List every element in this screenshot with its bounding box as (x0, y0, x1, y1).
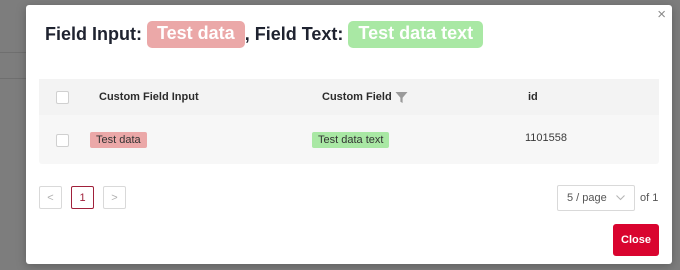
column-header-id[interactable]: id (528, 91, 538, 103)
column-header-custom-field[interactable]: Custom Field (322, 91, 392, 103)
page-size-value: 5 / page (567, 192, 607, 204)
title-text-badge: Test data text (348, 20, 484, 48)
close-button[interactable]: Close (613, 224, 659, 256)
title-separator: , (244, 23, 255, 44)
chevron-right-icon: > (111, 191, 118, 204)
cell-custom-field-input: Test data (90, 132, 147, 148)
select-all-checkbox[interactable] (56, 91, 69, 104)
row-checkbox[interactable] (56, 134, 69, 147)
modal-title: Field Input: Test data , Field Text: Tes… (45, 19, 484, 49)
table-header: Custom Field Input Custom Field id (39, 79, 659, 115)
title-label-text: Field Text: (254, 23, 344, 44)
page-count-text: of 1 (640, 192, 659, 204)
filter-icon[interactable] (395, 91, 408, 109)
chevron-left-icon: < (47, 191, 54, 204)
page-size-select[interactable]: 5 / page (557, 185, 635, 211)
background-divider (0, 52, 26, 53)
title-input-badge: Test data (147, 20, 245, 48)
background-divider (0, 78, 26, 79)
close-icon[interactable]: × (657, 6, 666, 24)
pagination-next-button[interactable]: > (103, 186, 126, 209)
title-label-input: Field Input: (45, 23, 142, 44)
chevron-down-icon (615, 192, 626, 206)
cell-custom-field: Test data text (312, 132, 390, 148)
pagination-page-1[interactable]: 1 (71, 186, 94, 209)
cell-id: 1101558 (525, 132, 568, 144)
data-table: Custom Field Input Custom Field id Test … (39, 79, 659, 164)
pagination-prev-button[interactable]: < (39, 186, 62, 209)
modal-dialog: × Field Input: Test data , Field Text: T… (26, 5, 672, 264)
column-header-custom-field-input[interactable]: Custom Field Input (99, 91, 199, 103)
